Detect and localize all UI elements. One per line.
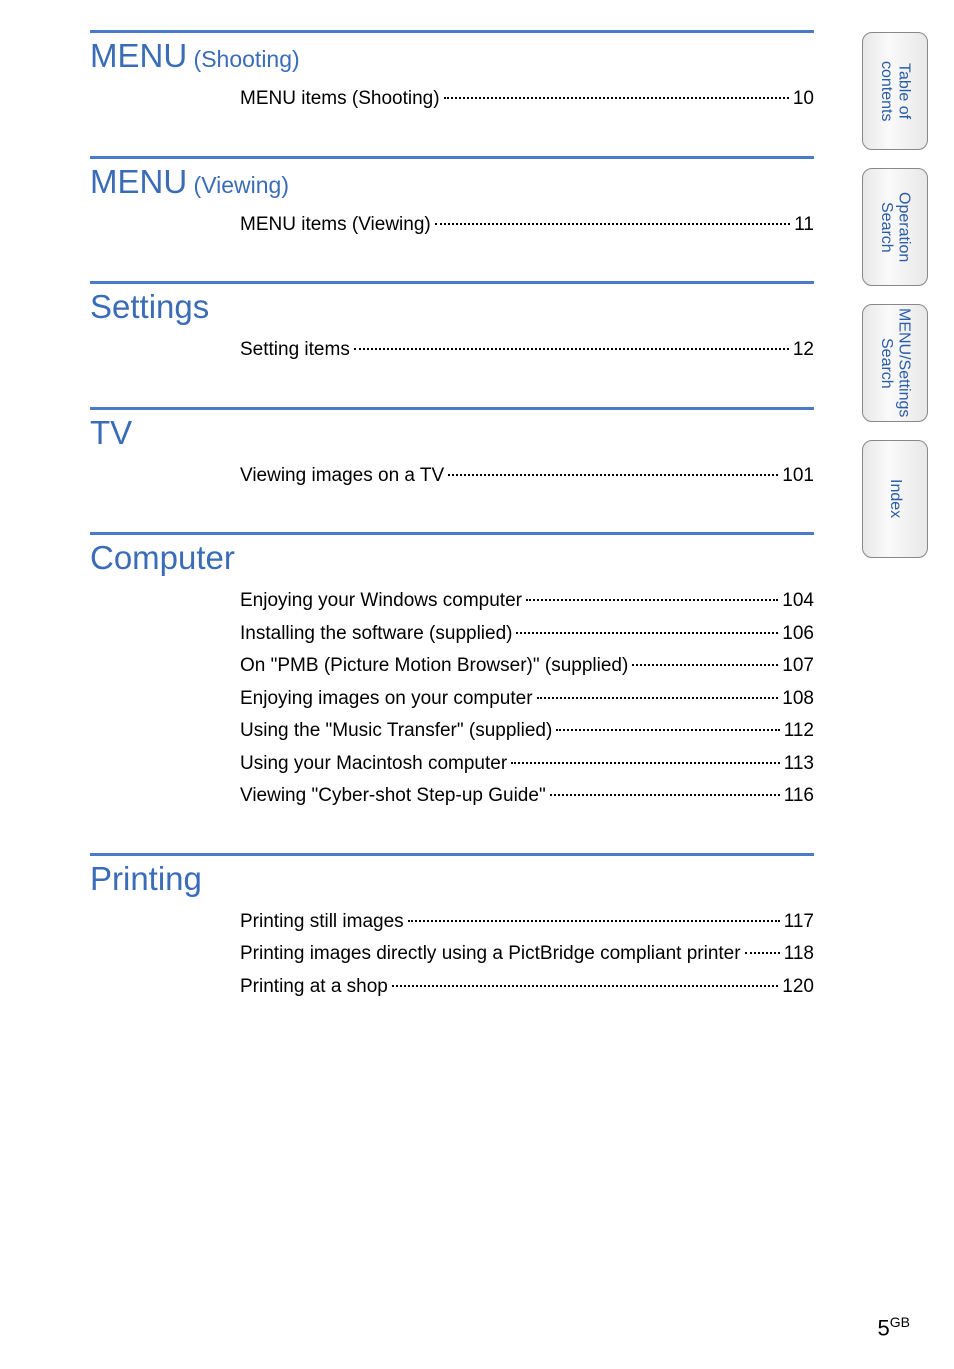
toc-label: MENU items (Viewing): [240, 211, 431, 240]
toc-leader: [511, 762, 780, 764]
toc-page: 112: [784, 717, 814, 746]
page-number-suffix: GB: [890, 1314, 910, 1330]
toc-leader: [408, 920, 780, 922]
toc-entry[interactable]: Enjoying images on your computer 108: [240, 685, 814, 714]
toc-page: 107: [782, 652, 814, 681]
tab-operation-search[interactable]: Operation Search: [862, 168, 928, 286]
toc-page: 101: [782, 462, 814, 491]
toc-page: 11: [794, 211, 814, 240]
toc-entry[interactable]: Using the "Music Transfer" (supplied) 11…: [240, 717, 814, 746]
toc-label: Viewing "Cyber-shot Step-up Guide": [240, 782, 546, 811]
section-tv: TV Viewing images on a TV 101: [90, 407, 814, 491]
section-settings: Settings Setting items 12: [90, 281, 814, 365]
toc-page: 118: [784, 940, 814, 969]
toc-leader: [537, 697, 779, 699]
toc-label: Printing still images: [240, 908, 404, 937]
tab-label: MENU/Settings Search: [877, 305, 912, 421]
section-rule: [90, 30, 814, 33]
toc-entry[interactable]: Using your Macintosh computer 113: [240, 750, 814, 779]
toc-entry[interactable]: Installing the software (supplied) 106: [240, 620, 814, 649]
toc-page: 120: [782, 973, 814, 1002]
section-heading: MENU (Shooting): [90, 37, 814, 75]
toc-leader: [354, 348, 789, 350]
toc-leader: [632, 664, 778, 666]
toc-leader: [392, 985, 778, 987]
toc-label: Viewing images on a TV: [240, 462, 444, 491]
section-heading: MENU (Viewing): [90, 163, 814, 201]
toc-page: 12: [793, 336, 814, 365]
toc-label: Enjoying images on your computer: [240, 685, 533, 714]
page-number-value: 5: [878, 1315, 890, 1340]
toc-entry[interactable]: Printing still images 117: [240, 908, 814, 937]
toc-leader: [444, 97, 789, 99]
section-heading: Computer: [90, 539, 814, 577]
toc-label: Installing the software (supplied): [240, 620, 512, 649]
toc-entry[interactable]: MENU items (Shooting) 10: [240, 85, 814, 114]
section-rule: [90, 407, 814, 410]
toc-label: Printing images directly using a PictBri…: [240, 940, 741, 969]
toc-label: Using your Macintosh computer: [240, 750, 507, 779]
section-heading: Printing: [90, 860, 814, 898]
tab-index[interactable]: Index: [862, 440, 928, 558]
heading-main: Printing: [90, 860, 202, 897]
section-printing: Printing Printing still images 117 Print…: [90, 853, 814, 1002]
side-tabs: Table of contents Operation Search MENU/…: [862, 32, 928, 558]
toc-page: 113: [784, 750, 814, 779]
tab-label: Index: [886, 479, 904, 518]
toc-entry[interactable]: Printing images directly using a PictBri…: [240, 940, 814, 969]
section-rule: [90, 853, 814, 856]
toc-entry[interactable]: Enjoying your Windows computer 104: [240, 587, 814, 616]
toc-entry[interactable]: Viewing images on a TV 101: [240, 462, 814, 491]
toc-entry[interactable]: Printing at a shop 120: [240, 973, 814, 1002]
section-menu-viewing: MENU (Viewing) MENU items (Viewing) 11: [90, 156, 814, 240]
section-rule: [90, 281, 814, 284]
section-heading: TV: [90, 414, 814, 452]
toc-page: 117: [784, 908, 814, 937]
toc-leader: [745, 952, 780, 954]
heading-main: MENU: [90, 163, 187, 200]
toc-leader: [435, 223, 791, 225]
toc-page: 106: [782, 620, 814, 649]
toc-label: Setting items: [240, 336, 350, 365]
heading-main: MENU: [90, 37, 187, 74]
section-rule: [90, 532, 814, 535]
tab-label: Operation Search: [877, 169, 912, 285]
tab-label: Table of contents: [877, 33, 912, 149]
toc-content: MENU (Shooting) MENU items (Shooting) 10…: [0, 0, 954, 1001]
toc-page: 108: [782, 685, 814, 714]
toc-leader: [550, 794, 780, 796]
toc-label: Printing at a shop: [240, 973, 388, 1002]
heading-main: Computer: [90, 539, 235, 576]
page-number: 5GB: [878, 1314, 910, 1341]
toc-leader: [516, 632, 778, 634]
toc-page: 10: [793, 85, 814, 114]
heading-sub: (Shooting): [187, 46, 300, 72]
toc-entry[interactable]: Viewing "Cyber-shot Step-up Guide" 116: [240, 782, 814, 811]
toc-leader: [556, 729, 779, 731]
section-heading: Settings: [90, 288, 814, 326]
toc-entry[interactable]: Setting items 12: [240, 336, 814, 365]
section-rule: [90, 156, 814, 159]
toc-label: MENU items (Shooting): [240, 85, 440, 114]
section-computer: Computer Enjoying your Windows computer …: [90, 532, 814, 811]
heading-sub: (Viewing): [187, 172, 289, 198]
tab-menu-settings-search[interactable]: MENU/Settings Search: [862, 304, 928, 422]
toc-leader: [526, 599, 778, 601]
toc-page: 116: [784, 782, 814, 811]
toc-page: 104: [782, 587, 814, 616]
toc-label: Using the "Music Transfer" (supplied): [240, 717, 552, 746]
section-menu-shooting: MENU (Shooting) MENU items (Shooting) 10: [90, 30, 814, 114]
toc-leader: [448, 474, 778, 476]
toc-label: On "PMB (Picture Motion Browser)" (suppl…: [240, 652, 628, 681]
heading-main: Settings: [90, 288, 209, 325]
toc-label: Enjoying your Windows computer: [240, 587, 522, 616]
toc-entry[interactable]: On "PMB (Picture Motion Browser)" (suppl…: [240, 652, 814, 681]
tab-table-of-contents[interactable]: Table of contents: [862, 32, 928, 150]
heading-main: TV: [90, 414, 132, 451]
toc-entry[interactable]: MENU items (Viewing) 11: [240, 211, 814, 240]
